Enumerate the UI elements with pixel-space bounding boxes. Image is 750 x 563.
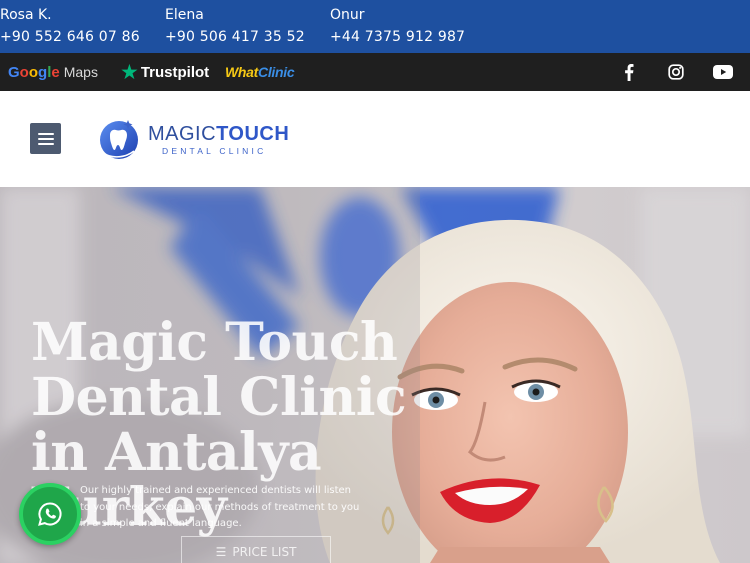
menu-line xyxy=(37,132,54,135)
google-letter: g xyxy=(38,63,48,81)
hero-description: Our highly trained and experienced denti… xyxy=(80,485,360,529)
tooth-logo-icon xyxy=(100,120,138,159)
whatsapp-chat-button[interactable] xyxy=(19,483,81,545)
google-letter: o xyxy=(19,63,29,81)
instagram-icon[interactable] xyxy=(664,53,688,91)
contact-onur[interactable]: Onur +44 7375 912 987 xyxy=(330,6,465,46)
whatclinic-logo: WhatClinic xyxy=(225,64,295,80)
trustpilot-link[interactable]: ★ Trustpilot xyxy=(120,53,209,91)
google-letter: G xyxy=(8,63,20,81)
logo-subtitle: DENTAL CLINIC xyxy=(162,145,267,156)
contact-name: Onur xyxy=(330,7,365,23)
menu-line xyxy=(37,137,54,140)
whatclinic-part1: What xyxy=(225,64,259,80)
contact-phone[interactable]: +44 7375 912 987 xyxy=(330,28,465,46)
hamburger-menu-button[interactable] xyxy=(30,123,61,154)
whatsapp-icon xyxy=(38,502,62,526)
google-maps-link[interactable]: G o o g l e Maps xyxy=(8,53,98,91)
contact-elena[interactable]: Elena +90 506 417 35 52 xyxy=(165,6,305,46)
price-list-button[interactable]: ☰ PRICE LIST xyxy=(181,536,331,563)
trustpilot-star-icon: ★ xyxy=(120,59,139,84)
google-letter: e xyxy=(51,63,60,81)
list-icon: ☰ xyxy=(215,545,227,559)
trustpilot-label: Trustpilot xyxy=(140,63,210,81)
logo-name-regular: MAGIC xyxy=(148,122,217,145)
contact-phone[interactable]: +90 552 646 07 86 xyxy=(0,28,140,46)
logo-name: MAGICTOUCH xyxy=(148,123,289,145)
contact-name: Rosa K. xyxy=(0,7,52,23)
hero-section: Magic Touch Dental Clinic in Antalya Tur… xyxy=(0,187,750,563)
youtube-icon[interactable] xyxy=(711,53,735,91)
review-bar: G o o g l e Maps ★ Trustpilot WhatClinic xyxy=(0,53,750,91)
logo-text: MAGICTOUCH DENTAL CLINIC xyxy=(148,123,289,156)
contact-bar: Rosa K. +90 552 646 07 86 Elena +90 506 … xyxy=(0,0,750,53)
contact-rosa[interactable]: Rosa K. +90 552 646 07 86 xyxy=(0,6,140,46)
price-list-label: PRICE LIST xyxy=(232,545,297,559)
whatclinic-link[interactable]: WhatClinic xyxy=(225,53,295,91)
contact-phone[interactable]: +90 506 417 35 52 xyxy=(165,28,305,46)
facebook-icon[interactable] xyxy=(617,53,641,91)
google-letter: o xyxy=(28,63,39,81)
contact-name: Elena xyxy=(165,7,204,23)
google-maps-label: Maps xyxy=(63,64,98,80)
menu-line xyxy=(37,142,54,145)
site-header: MAGICTOUCH DENTAL CLINIC xyxy=(0,91,750,187)
logo-name-bold: TOUCH xyxy=(216,122,290,145)
site-logo[interactable]: MAGICTOUCH DENTAL CLINIC xyxy=(98,117,289,161)
whatclinic-part2: Clinic xyxy=(258,64,295,80)
